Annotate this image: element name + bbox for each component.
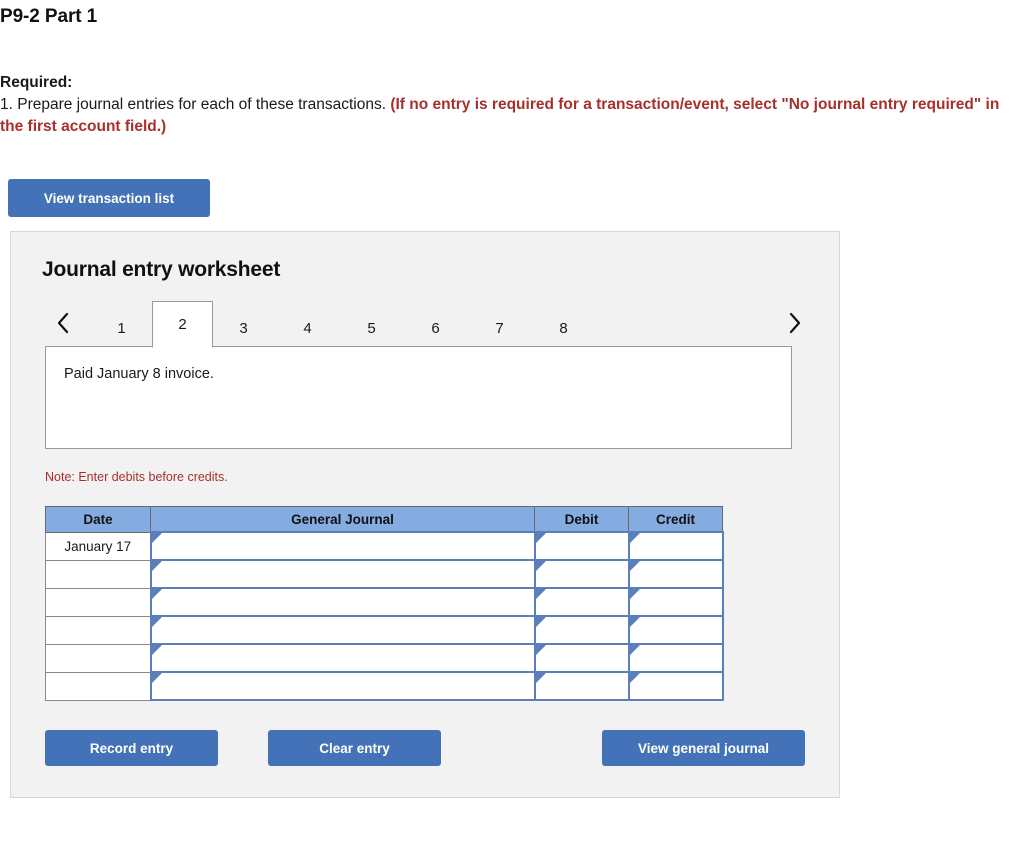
required-instruction-plain: 1. Prepare journal entries for each of t… [0,96,386,113]
date-cell-4[interactable] [45,615,151,645]
dropdown-marker-icon [629,589,640,599]
required-instruction: 1. Prepare journal entries for each of t… [0,94,1010,138]
dropdown-marker-icon [629,673,640,683]
account-cell-3[interactable] [149,587,536,617]
date-cell-3[interactable] [45,587,151,617]
column-header-general-journal: General Journal [150,506,535,533]
debit-cell-2[interactable] [533,559,630,589]
dropdown-marker-icon [151,589,162,599]
clear-entry-button[interactable]: Clear entry [268,730,441,766]
debit-cell-6[interactable] [533,671,630,701]
view-general-journal-button[interactable]: View general journal [602,730,805,766]
chevron-right-icon[interactable] [781,306,807,340]
credit-cell-5[interactable] [627,643,724,673]
dropdown-marker-icon [535,645,546,655]
table-row [45,643,724,673]
table-row [45,559,724,589]
worksheet-tab-6[interactable]: 6 [405,308,466,348]
table-row [45,615,724,645]
dropdown-marker-icon [151,561,162,571]
credit-cell-6[interactable] [627,671,724,701]
general-journal-table: Date General Journal Debit Credit Januar… [45,506,724,701]
dropdown-marker-icon [535,673,546,683]
page-title: P9-2 Part 1 [0,6,98,27]
credit-cell-3[interactable] [627,587,724,617]
worksheet-tab-7[interactable]: 7 [469,308,530,348]
worksheet-title: Journal entry worksheet [42,258,281,281]
dropdown-marker-icon [629,645,640,655]
view-transaction-list-button[interactable]: View transaction list [8,179,210,217]
dropdown-marker-icon [151,673,162,683]
worksheet-tab-2[interactable]: 2 [152,301,213,348]
worksheet-tab-5[interactable]: 5 [341,308,402,348]
date-cell-5[interactable] [45,643,151,673]
journal-entry-worksheet-panel: Journal entry worksheet 1 2 3 4 5 6 7 8 [10,231,840,798]
table-header-row: Date General Journal Debit Credit [45,506,723,533]
required-block: Required: 1. Prepare journal entries for… [0,72,1010,138]
table-row [45,587,724,617]
column-header-date: Date [45,506,151,533]
account-cell-2[interactable] [149,559,536,589]
worksheet-tab-1[interactable]: 1 [91,308,152,348]
transaction-description-box: Paid January 8 invoice. [45,346,792,449]
account-cell-4[interactable] [149,615,536,645]
date-cell-6[interactable] [45,671,151,701]
date-cell-2[interactable] [45,559,151,589]
credit-cell-4[interactable] [627,615,724,645]
dropdown-marker-icon [151,617,162,627]
dropdown-marker-icon [151,645,162,655]
dropdown-marker-icon [629,533,640,543]
column-header-debit: Debit [534,506,629,533]
debit-cell-1[interactable] [533,531,630,561]
page-root: P9-2 Part 1 Required: 1. Prepare journal… [0,0,1024,852]
dropdown-marker-icon [535,533,546,543]
transaction-description-text: Paid January 8 invoice. [64,366,214,382]
debit-cell-4[interactable] [533,615,630,645]
dropdown-marker-icon [629,561,640,571]
table-row [45,671,724,701]
worksheet-tab-8[interactable]: 8 [533,308,594,348]
worksheet-tab-strip: 1 2 3 4 5 6 7 8 [45,300,807,348]
worksheet-tab-3[interactable]: 3 [213,308,274,348]
dropdown-marker-icon [535,561,546,571]
account-cell-1[interactable] [149,531,536,561]
debits-before-credits-note: Note: Enter debits before credits. [45,470,228,484]
account-cell-5[interactable] [149,643,536,673]
dropdown-marker-icon [535,589,546,599]
table-row: January 17 [45,531,724,561]
required-label: Required: [0,74,73,91]
account-cell-6[interactable] [149,671,536,701]
credit-cell-1[interactable] [627,531,724,561]
dropdown-marker-icon [535,617,546,627]
date-cell-1[interactable]: January 17 [45,531,151,561]
chevron-left-icon[interactable] [49,306,75,340]
dropdown-marker-icon [151,533,162,543]
debit-cell-3[interactable] [533,587,630,617]
column-header-credit: Credit [628,506,723,533]
record-entry-button[interactable]: Record entry [45,730,218,766]
credit-cell-2[interactable] [627,559,724,589]
debit-cell-5[interactable] [533,643,630,673]
dropdown-marker-icon [629,617,640,627]
worksheet-tab-4[interactable]: 4 [277,308,338,348]
